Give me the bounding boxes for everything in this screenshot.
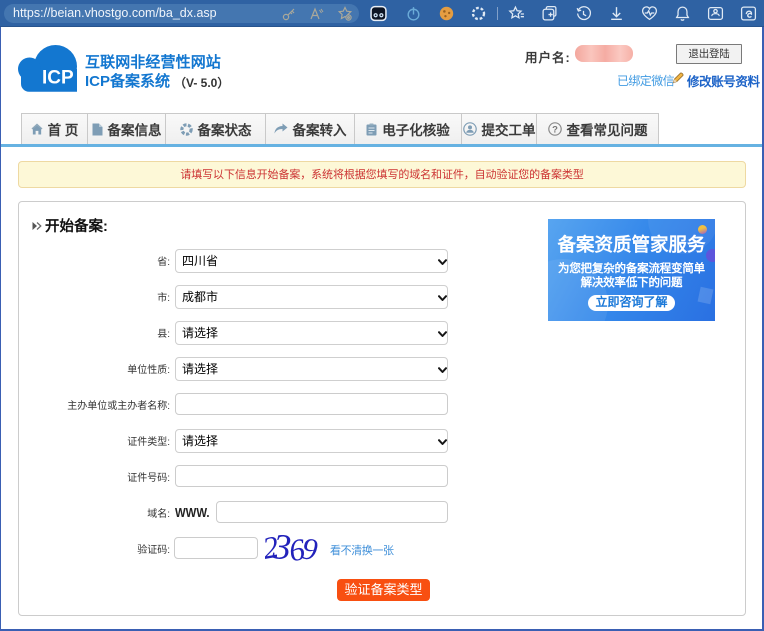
svg-text:?: ? bbox=[552, 124, 558, 135]
svg-text:ICP: ICP bbox=[42, 68, 74, 89]
